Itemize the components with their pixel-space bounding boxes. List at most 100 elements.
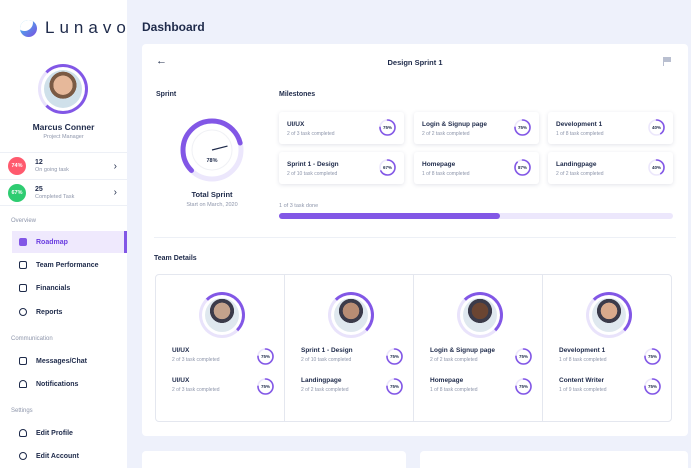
ongoing-badge: 74%	[8, 157, 26, 175]
milestone-card[interactable]: Landingpage 2 of 2 task completed 40%	[548, 152, 673, 184]
sidebar-item-label: Team Performance	[36, 261, 99, 269]
avatar[interactable]	[586, 292, 632, 338]
milestones-label: Milestones	[279, 91, 316, 98]
roadmap-icon	[19, 238, 27, 246]
sidebar-item-reports[interactable]: Reports	[12, 301, 127, 323]
task-sub: 2 of 3 task completed	[172, 357, 220, 363]
sidebar-item-label: Financials	[36, 284, 71, 292]
task-title: Sprint 1 - Design	[301, 347, 353, 354]
milestone-percent: 75%	[517, 125, 527, 130]
chat-icon	[19, 357, 27, 365]
milestone-sub: 2 of 3 task completed	[287, 131, 335, 137]
stat-completed-task[interactable]: 67% 25 Completed Task ›	[0, 179, 127, 206]
sidebar-item-edit-account[interactable]: Edit Account	[12, 445, 127, 467]
sprint-section-label: Sprint	[156, 91, 177, 98]
milestone-sub: 2 of 10 task completed	[287, 171, 338, 177]
team-member-card[interactable]: Sprint 1 - Design 2 of 10 task completed 7…	[285, 275, 414, 421]
completed-label: Completed Task	[35, 193, 75, 200]
milestone-percent: 87%	[517, 165, 527, 170]
task-title: UI/UX	[172, 377, 190, 384]
app-name: Lunavo	[45, 18, 131, 37]
task-sub: 1 of 8 task completed	[430, 387, 478, 393]
ongoing-label: On going task	[35, 167, 69, 173]
milestone-percent: 75%	[382, 125, 392, 130]
milestone-card[interactable]: Sprint 1 - Design 2 of 10 task completed 6…	[279, 152, 404, 184]
total-sprint-label: Total Sprint	[191, 190, 233, 199]
task-sub: 2 of 2 task completed	[430, 357, 478, 363]
sprint-start-label: Start on March, 2020	[186, 202, 238, 208]
milestone-percent: 67%	[382, 165, 392, 170]
milestone-title: Login & Signup page	[422, 121, 487, 128]
nav-section-communication: Communication	[11, 336, 53, 342]
nav-section-settings: Settings	[11, 408, 33, 414]
task-percent: 75%	[518, 384, 528, 389]
task-sub: 2 of 3 task completed	[172, 387, 220, 393]
sidebar-item-label: Edit Profile	[36, 429, 73, 437]
divider	[154, 237, 676, 238]
bell-icon	[19, 380, 27, 388]
chevron-right-icon: ›	[113, 160, 117, 172]
sidebar-item-edit-profile[interactable]: Edit Profile	[12, 422, 127, 444]
task-title: Development 1	[559, 347, 606, 354]
bottom-card-left	[142, 451, 406, 468]
progress-label: 1 of 3 task done	[279, 203, 319, 209]
milestone-title: Sprint 1 - Design	[287, 161, 339, 168]
task-percent: 75%	[647, 354, 657, 359]
milestone-title: Landingpage	[556, 161, 597, 168]
task-title: UI/UX	[172, 347, 190, 354]
user-icon	[19, 429, 27, 437]
stat-ongoing-task[interactable]: 74% 12 On going task ›	[0, 152, 127, 179]
moon-logo-icon	[20, 19, 37, 37]
wallet-icon	[19, 284, 27, 292]
profile-role: Project Manager	[43, 134, 84, 140]
team-member-card[interactable]: Development 1 1 of 8 task completed 75% Con…	[543, 275, 671, 421]
milestone-card[interactable]: UI/UX 2 of 3 task completed 75%	[279, 112, 404, 144]
sidebar-item-messages[interactable]: Messages/Chat	[12, 350, 127, 372]
app-logo[interactable]: Lunavo	[20, 18, 131, 38]
completed-badge: 67%	[8, 183, 26, 202]
sidebar-item-label: Messages/Chat	[36, 357, 87, 365]
task-title: Login & Signup page	[430, 347, 495, 354]
completed-count: 25	[35, 185, 43, 193]
chevron-right-icon: ›	[113, 187, 117, 198]
avatar[interactable]	[199, 292, 245, 338]
task-percent: 75%	[518, 354, 528, 359]
sidebar-item-roadmap[interactable]: Roadmap	[12, 231, 127, 253]
milestone-card[interactable]: Homepage 1 of 8 task completed 87%	[414, 152, 539, 184]
milestone-percent: 40%	[651, 125, 661, 130]
avatar[interactable]	[328, 292, 374, 338]
team-member-card[interactable]: Login & Signup page 2 of 2 task completed…	[414, 275, 543, 421]
ongoing-count: 12	[35, 159, 43, 166]
task-sub: 2 of 10 task completed	[301, 357, 352, 363]
sidebar-item-notifications[interactable]: Notifications	[12, 373, 127, 395]
flag-icon[interactable]	[663, 57, 671, 66]
sidebar-item-label: Notifications	[36, 380, 79, 388]
milestone-sub: 2 of 2 task completed	[556, 171, 604, 177]
avatar[interactable]	[457, 292, 503, 338]
sidebar-item-label: Roadmap	[36, 238, 68, 246]
task-percent: 75%	[260, 384, 270, 389]
team-member-card[interactable]: UI/UX 2 of 3 task completed 75% UI/UX 2 of 3…	[156, 275, 285, 421]
sidebar-item-financials[interactable]: Financials	[12, 277, 127, 299]
sidebar-item-team-performance[interactable]: Team Performance	[12, 254, 127, 276]
nav-section-overview: Overview	[11, 218, 37, 224]
avatar[interactable]	[38, 64, 88, 114]
bottom-card-right	[420, 451, 688, 468]
pie-chart-icon	[19, 308, 27, 316]
page-title: Dashboard	[142, 20, 205, 34]
sidebar-item-label: Edit Account	[36, 452, 79, 460]
sidebar: Lunavo Marcus Conner Project Manager 74%…	[0, 0, 127, 468]
milestone-title: UI/UX	[287, 121, 305, 128]
task-percent: 75%	[389, 384, 399, 389]
gear-icon	[19, 452, 27, 460]
milestone-title: Development 1	[556, 121, 603, 128]
task-percent: 75%	[389, 354, 399, 359]
milestone-card[interactable]: Development 1 1 of 8 task completed 40%	[548, 112, 673, 144]
profile-name: Marcus Conner	[32, 122, 95, 132]
milestone-sub: 1 of 8 task completed	[422, 171, 470, 177]
task-sub: 1 of 8 task completed	[559, 357, 607, 363]
sprint-title: Design Sprint 1	[387, 58, 443, 67]
milestone-card[interactable]: Login & Signup page 2 of 2 task completed…	[414, 112, 539, 144]
sprint-gauge: 78%	[180, 118, 244, 182]
sprint-card: ← Design Sprint 1 Sprint 78% Total Sprin…	[142, 44, 688, 436]
